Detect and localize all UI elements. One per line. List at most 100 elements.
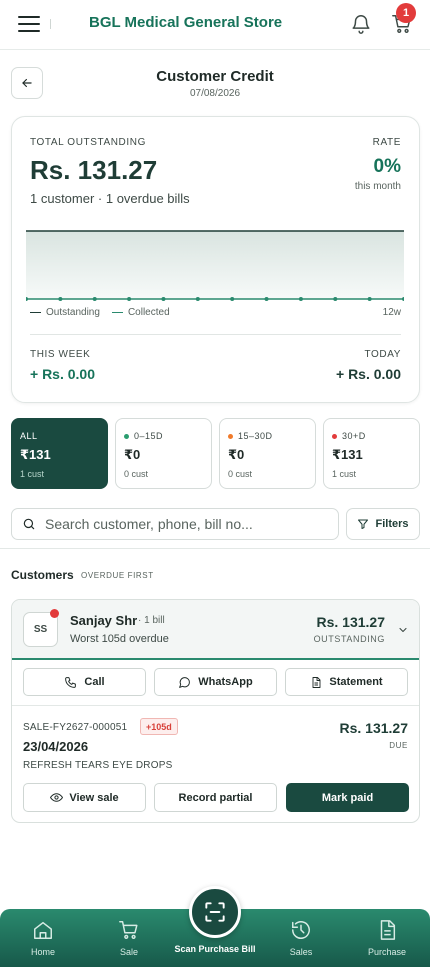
- document-icon: [380, 920, 396, 940]
- data-point: [92, 297, 97, 301]
- scan-purchase-bill-button[interactable]: [189, 886, 241, 938]
- outstanding-summary-card: TOTAL OUTSTANDING Rs. 131.27 1 customer …: [11, 116, 420, 403]
- scan-purchase-bill-label: Scan Purchase Bill: [174, 944, 256, 954]
- data-point: [195, 297, 200, 301]
- filters-button[interactable]: Filters: [346, 508, 420, 540]
- page-title: Customer Credit: [156, 68, 274, 85]
- customers-sort-label: OVERDUE FIRST: [81, 571, 154, 580]
- search-icon: [23, 518, 35, 530]
- data-point: [161, 297, 166, 301]
- whatsapp-button[interactable]: WhatsApp: [154, 668, 277, 696]
- tile-value: ₹0: [228, 447, 245, 462]
- status-dot-icon: [332, 433, 337, 439]
- rate-subtext: this month: [354, 181, 401, 192]
- bill-due-amount: Rs. 131.27: [339, 720, 409, 736]
- chart-range-label: 12w: [382, 307, 401, 318]
- statement-button[interactable]: Statement: [285, 668, 408, 696]
- this-week-label: THIS WEEK: [30, 349, 91, 360]
- record-partial-button[interactable]: Record partial: [154, 783, 277, 812]
- tile-count: 0 cust: [228, 469, 253, 479]
- bill-number: SALE-FY2627-000051: [23, 722, 128, 733]
- data-point: [298, 297, 303, 301]
- tile-value: ₹0: [124, 447, 141, 462]
- this-week-value: + Rs. 0.00: [30, 366, 95, 382]
- tile-count: 0 cust: [124, 469, 149, 479]
- divider: [30, 334, 401, 335]
- aging-filter-all[interactable]: ALL ₹131 1 cust: [11, 418, 108, 489]
- customer-name: Sanjay Shr: [70, 613, 138, 628]
- tile-label: ALL: [20, 431, 38, 441]
- status-dot-icon: [228, 433, 233, 439]
- outstanding-trend-chart: [26, 230, 404, 301]
- customer-card: SS Sanjay Shr · 1 bill Worst 105d overdu…: [11, 599, 420, 823]
- overdue-indicator-dot: [50, 609, 59, 618]
- history-icon: [292, 921, 310, 939]
- cart-count-badge: 1: [396, 3, 416, 23]
- eye-icon: [50, 793, 64, 802]
- tile-label: 0–15D: [134, 431, 164, 441]
- total-outstanding-subtext: 1 customer · 1 overdue bills: [30, 191, 190, 206]
- store-name: BGL Medical General Store: [89, 14, 283, 31]
- home-icon: [34, 921, 52, 939]
- page-date: 07/08/2026: [189, 88, 241, 99]
- mark-paid-label: Mark paid: [321, 791, 374, 804]
- nav-sale[interactable]: Sale: [99, 909, 159, 967]
- data-point: [58, 297, 63, 301]
- data-point: [367, 297, 372, 301]
- total-outstanding-label: TOTAL OUTSTANDING: [30, 137, 146, 148]
- nav-sales[interactable]: Sales: [271, 909, 331, 967]
- bill-due-label: DUE: [389, 741, 408, 750]
- today-value: + Rs. 0.00: [336, 366, 401, 382]
- tile-value: ₹131: [332, 447, 363, 462]
- scan-icon: [205, 902, 225, 922]
- customer-outstanding-label: OUTSTANDING: [313, 634, 385, 644]
- chat-bubble-icon: [179, 676, 191, 688]
- chart-legend: Outstanding Collected: [30, 307, 170, 318]
- data-point: [127, 297, 132, 301]
- bill-date: 23/04/2026: [23, 739, 89, 754]
- bell-icon[interactable]: [350, 13, 372, 35]
- hamburger-menu-icon[interactable]: [18, 14, 40, 34]
- legend-collected: Collected: [111, 307, 170, 318]
- search-input[interactable]: [45, 516, 325, 532]
- whatsapp-label: WhatsApp: [198, 676, 253, 688]
- statement-label: Statement: [329, 676, 383, 688]
- tile-value: ₹131: [20, 447, 51, 462]
- call-label: Call: [84, 676, 105, 688]
- mark-paid-button[interactable]: Mark paid: [286, 783, 409, 812]
- customer-bill-count: · 1 bill: [138, 615, 165, 626]
- customers-title: Customers: [11, 568, 74, 582]
- aging-filter-15-30d[interactable]: 15–30D ₹0 0 cust: [219, 418, 316, 489]
- customer-card-header[interactable]: SS Sanjay Shr · 1 bill Worst 105d overdu…: [12, 600, 419, 660]
- overdue-days-badge: +105d: [140, 718, 178, 735]
- phone-icon: [65, 676, 77, 688]
- view-sale-button[interactable]: View sale: [23, 783, 146, 812]
- aging-filter-30plus-d[interactable]: 30+D ₹131 1 cust: [323, 418, 420, 489]
- top-bar: BGL Medical General Store 1: [0, 0, 430, 50]
- tile-label: 30+D: [342, 431, 366, 441]
- nav-home[interactable]: Home: [13, 909, 73, 967]
- rate-label: RATE: [372, 137, 401, 148]
- series-area-0: [26, 231, 404, 299]
- divider: [50, 19, 51, 29]
- call-button[interactable]: Call: [23, 668, 146, 696]
- record-partial-label: Record partial: [178, 791, 253, 804]
- customer-outstanding-amount: Rs. 131.27: [316, 614, 386, 630]
- nav-purchase[interactable]: Purchase: [357, 909, 417, 967]
- total-outstanding-value: Rs. 131.27: [30, 155, 158, 185]
- tile-count: 1 cust: [20, 469, 45, 479]
- document-icon: [312, 676, 321, 688]
- tile-label: 15–30D: [238, 431, 273, 441]
- filters-label: Filters: [375, 518, 409, 530]
- divider: [0, 548, 430, 549]
- search-box: [11, 508, 339, 540]
- data-point: [333, 297, 338, 301]
- chevron-down-icon[interactable]: [397, 624, 409, 636]
- data-point: [264, 297, 269, 301]
- status-dot-icon: [124, 433, 129, 439]
- aging-filter-0-15d[interactable]: 0–15D ₹0 0 cust: [115, 418, 212, 489]
- customer-overdue-text: Worst 105d overdue: [70, 633, 169, 645]
- filter-icon: [358, 519, 369, 529]
- tile-count: 1 cust: [332, 469, 357, 479]
- legend-outstanding: Outstanding: [30, 307, 100, 318]
